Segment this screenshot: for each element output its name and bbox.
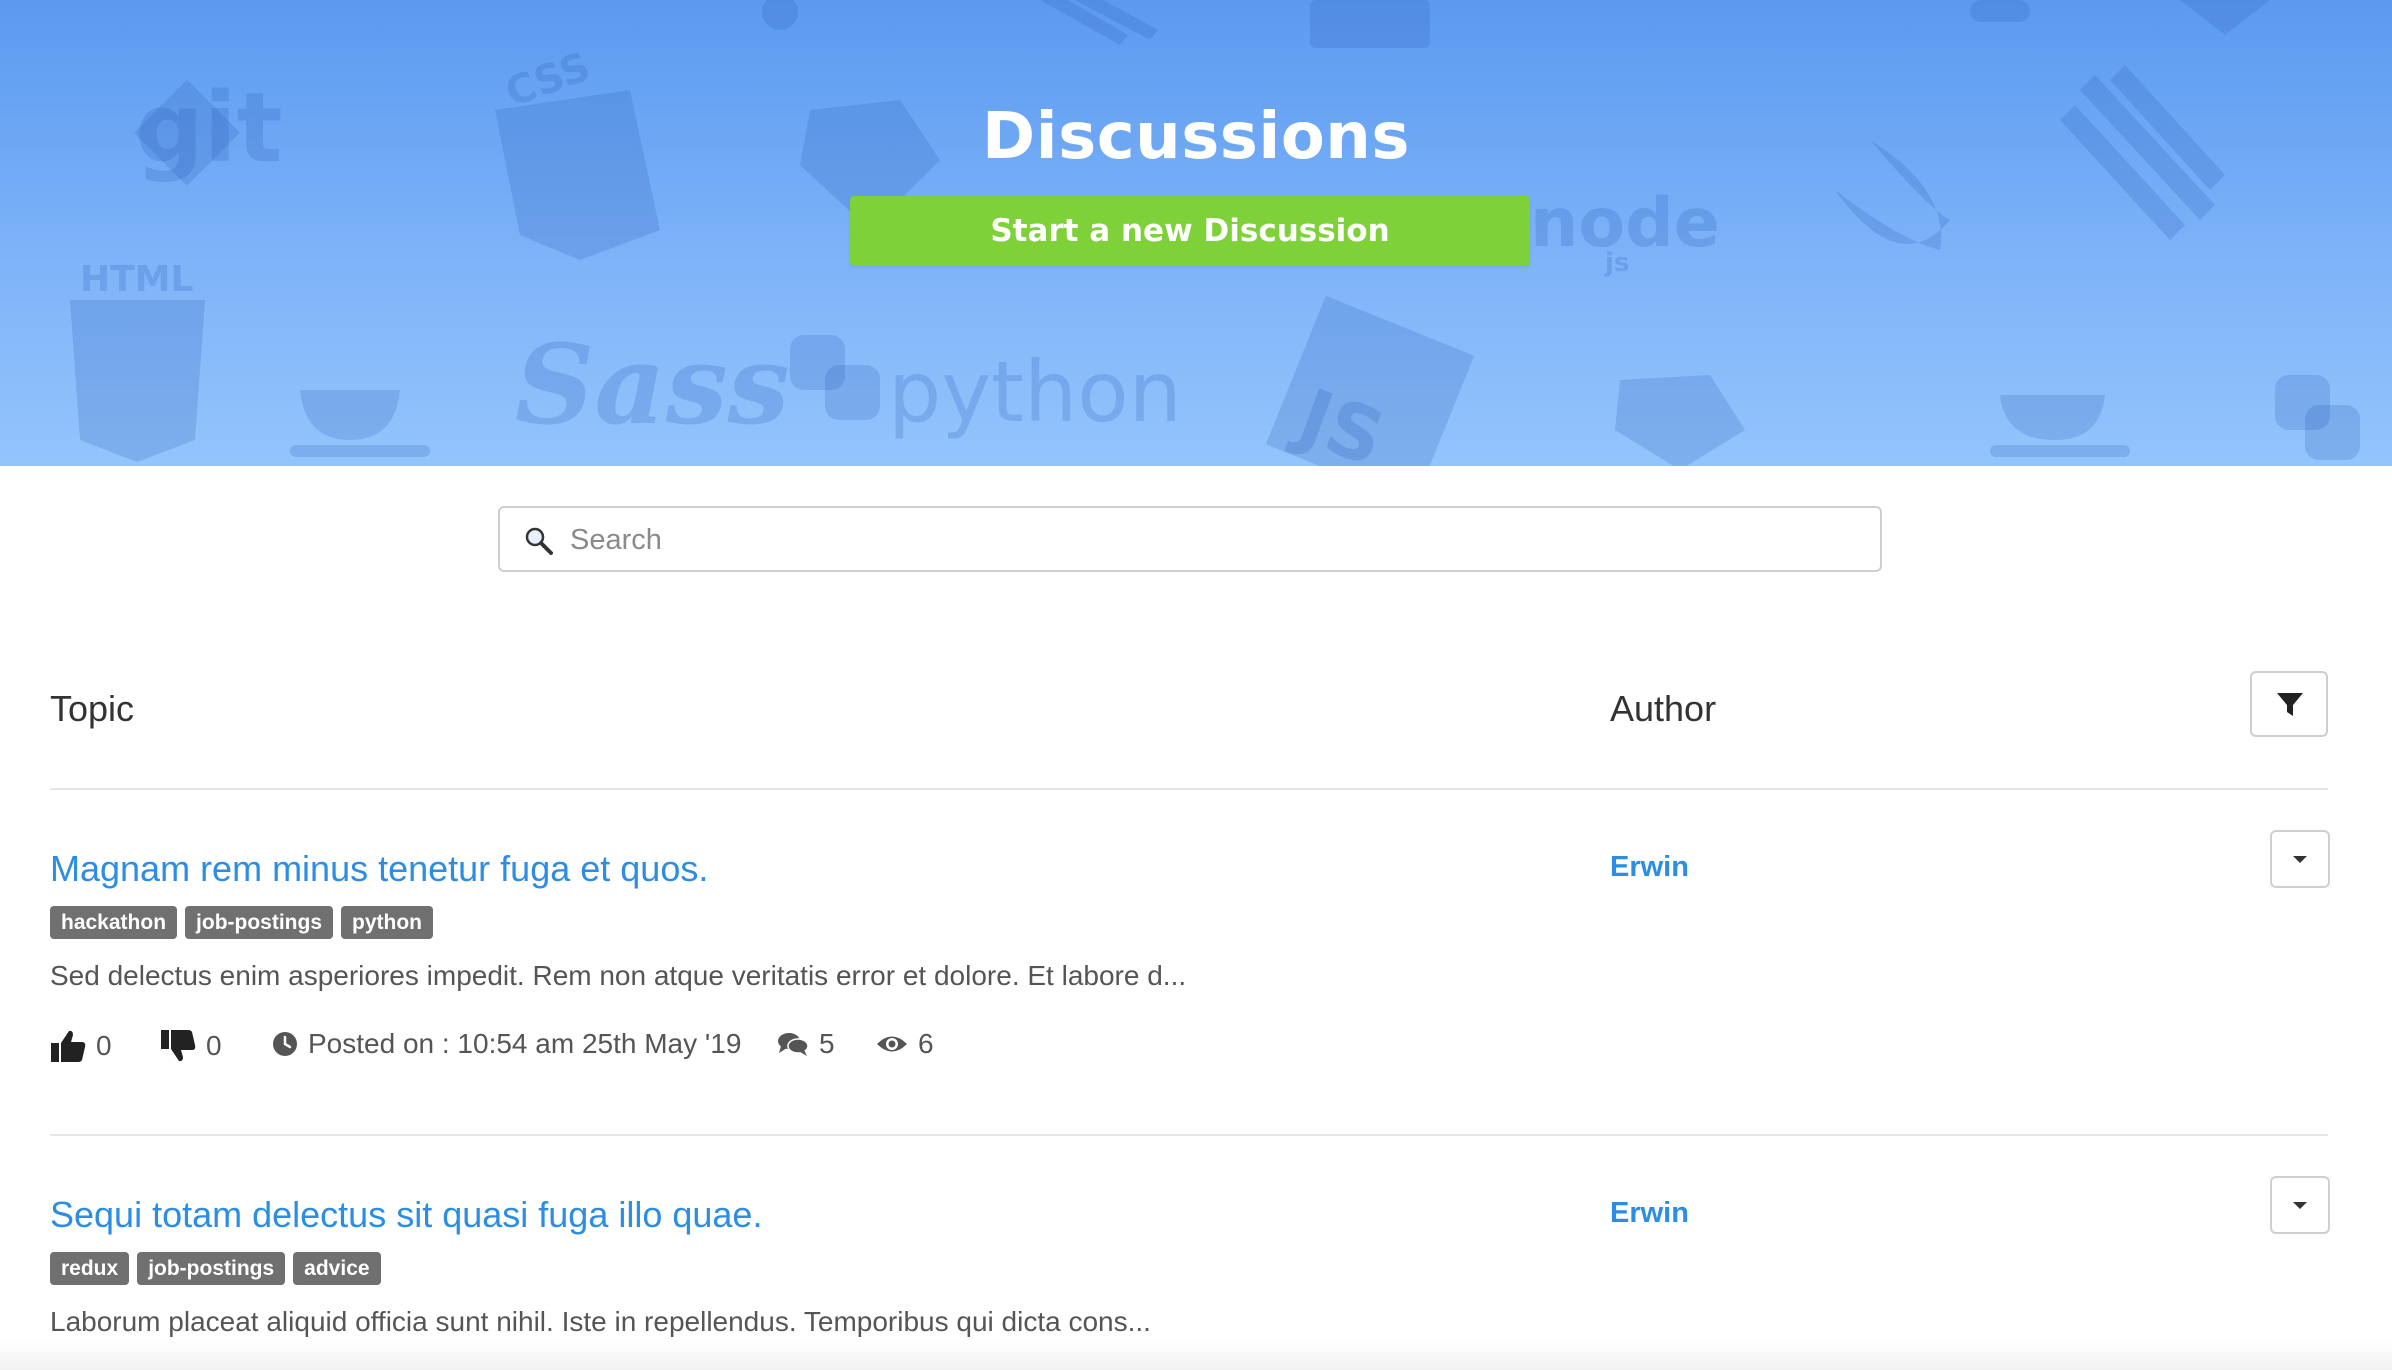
discussion-options-dropdown[interactable] (2270, 830, 2330, 888)
author-column-header: Author (1610, 688, 1717, 729)
tag-badge[interactable]: python (341, 906, 433, 940)
view-count: 6 (918, 1028, 934, 1059)
bottom-fade (0, 1340, 2392, 1370)
dislike-button[interactable]: 0 (160, 1028, 222, 1064)
dislike-count: 0 (206, 1030, 222, 1061)
discussion-title-link[interactable]: Magnam rem minus tenetur fuga et quos. (50, 848, 708, 890)
discussion-row: Sequi totam delectus sit quasi fuga illo… (0, 1176, 2392, 1344)
tag-list: hackathon job-postings python (50, 906, 433, 940)
tag-badge[interactable]: job-postings (185, 906, 334, 940)
like-count: 0 (96, 1030, 112, 1061)
caret-down-icon (2293, 1202, 2307, 1209)
like-button[interactable]: 0 (50, 1028, 112, 1064)
search-input[interactable] (568, 508, 1862, 572)
header-divider (50, 788, 2328, 790)
discussion-excerpt: Laborum placeat aliquid officia sunt nih… (50, 1306, 1151, 1337)
clock-icon (273, 1032, 297, 1056)
hero-banner: git CSS HTML Sass python node JS js (0, 0, 2392, 466)
comments-icon (778, 1033, 809, 1056)
topic-column-header: Topic (50, 688, 135, 729)
posted-timestamp: Posted on : 10:54 am 25th May '19 (272, 1028, 741, 1060)
discussion-excerpt: Sed delectus enim asperiores impedit. Re… (50, 960, 1187, 991)
tag-list: redux job-postings advice (50, 1252, 381, 1286)
search-box[interactable] (498, 506, 1882, 572)
comments-count: 5 (777, 1028, 835, 1060)
author-link[interactable]: Erwin (1610, 851, 1689, 884)
tag-badge[interactable]: advice (293, 1252, 381, 1286)
discussion-title-link[interactable]: Sequi totam delectus sit quasi fuga illo… (50, 1194, 762, 1236)
author-link[interactable]: Erwin (1610, 1197, 1689, 1230)
eye-icon (877, 1036, 907, 1052)
thumbs-down-icon (161, 1030, 196, 1062)
discussion-options-dropdown[interactable] (2270, 1176, 2330, 1234)
discussion-row: Magnam rem minus tenetur fuga et quos. E… (0, 830, 2392, 1108)
posted-text: Posted on : 10:54 am 25th May '19 (308, 1028, 742, 1059)
tag-badge[interactable]: job-postings (137, 1252, 286, 1286)
row-divider (50, 1134, 2328, 1136)
search-icon (525, 527, 553, 555)
start-new-discussion-button[interactable]: Start a new Discussion (850, 196, 1530, 266)
tag-badge[interactable]: hackathon (50, 906, 178, 940)
filter-button[interactable] (2250, 671, 2328, 737)
tag-badge[interactable]: redux (50, 1252, 130, 1286)
views-count: 6 (876, 1028, 934, 1060)
comment-count: 5 (819, 1028, 835, 1059)
filter-icon (2277, 693, 2303, 716)
thumbs-up-icon (51, 1030, 86, 1062)
caret-down-icon (2293, 856, 2307, 863)
page-title: Discussions (982, 100, 1410, 174)
